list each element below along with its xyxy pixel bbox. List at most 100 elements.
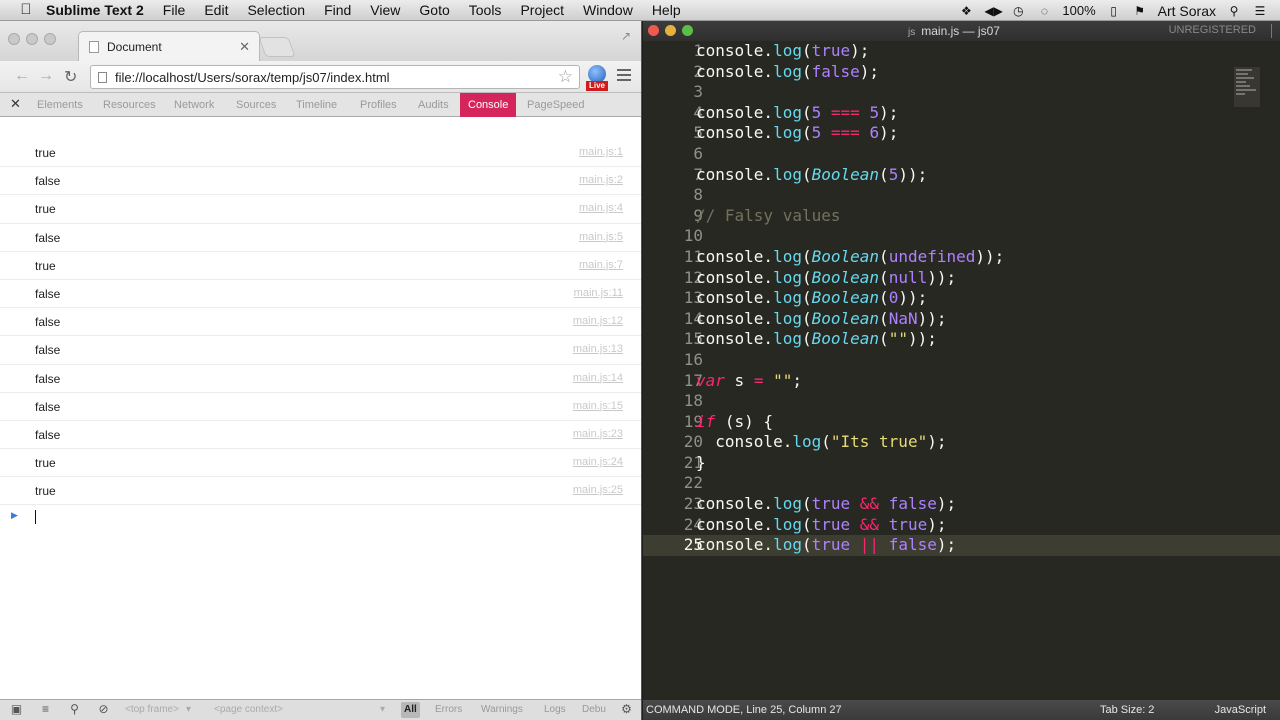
code-line[interactable]: 22 bbox=[643, 473, 1280, 494]
window-close-button[interactable] bbox=[8, 33, 20, 45]
code-text[interactable]: if (s) { bbox=[696, 412, 773, 433]
code-text[interactable]: console.log(true || false); bbox=[696, 535, 956, 556]
console-source-link[interactable]: main.js:5 bbox=[579, 231, 623, 243]
code-line[interactable]: 23 console.log(true && false); bbox=[643, 494, 1280, 515]
code-line[interactable]: 11 console.log(Boolean(undefined)); bbox=[643, 247, 1280, 268]
devtools-tab-console[interactable]: Console bbox=[460, 93, 517, 117]
code-text[interactable]: console.log(Boolean(0)); bbox=[696, 288, 927, 309]
console-source-link[interactable]: main.js:11 bbox=[574, 287, 623, 299]
code-text[interactable]: console.log(true && true); bbox=[696, 515, 946, 536]
code-bracket-icon[interactable]: ◀▶ bbox=[984, 4, 1002, 18]
flag-icon[interactable]: ⚑ bbox=[1132, 4, 1148, 18]
dropbox-icon[interactable]: ❖ bbox=[958, 4, 974, 18]
code-line[interactable]: 24 console.log(true && true); bbox=[643, 515, 1280, 536]
console-drawer-icon[interactable]: ≡ bbox=[39, 703, 52, 716]
code-text[interactable]: // Falsy values bbox=[696, 206, 841, 227]
bookmark-star-icon[interactable]: ☆ bbox=[558, 67, 573, 87]
console-source-link[interactable]: main.js:1 bbox=[579, 146, 623, 158]
tab-size-selector[interactable]: Tab Size: 2 bbox=[1100, 704, 1154, 716]
window-zoom-button[interactable] bbox=[44, 33, 56, 45]
devtools-tab-timeline[interactable]: Timeline bbox=[296, 99, 337, 111]
code-text[interactable]: console.log("Its true"); bbox=[696, 432, 946, 453]
menu-window[interactable]: Window bbox=[583, 2, 633, 18]
fullscreen-icon[interactable]: ↗ bbox=[621, 29, 631, 43]
battery-percent[interactable]: 100% bbox=[1062, 3, 1095, 18]
new-tab-button[interactable] bbox=[258, 37, 296, 57]
code-line[interactable]: 8 bbox=[643, 185, 1280, 206]
code-line[interactable]: 1 console.log(true); bbox=[643, 41, 1280, 62]
context-select-arrow-icon[interactable]: ▾ bbox=[380, 704, 385, 715]
menu-goto[interactable]: Goto bbox=[419, 2, 449, 18]
code-text[interactable]: console.log(true && false); bbox=[696, 494, 956, 515]
editor-zoom-button[interactable] bbox=[682, 25, 693, 36]
context-select[interactable]: <page context> bbox=[214, 704, 283, 715]
console-source-link[interactable]: main.js:24 bbox=[573, 456, 623, 468]
menu-tools[interactable]: Tools bbox=[469, 2, 502, 18]
code-line-current[interactable]: 25 console.log(true || false); bbox=[643, 535, 1280, 556]
browser-tab[interactable]: Document ✕ bbox=[78, 31, 260, 61]
wifi-icon[interactable]: ◌ bbox=[1036, 4, 1052, 18]
code-text[interactable]: } bbox=[696, 453, 706, 474]
console-source-link[interactable]: main.js:7 bbox=[579, 259, 623, 271]
code-line[interactable]: 20 console.log("Its true"); bbox=[643, 432, 1280, 453]
devtools-close-icon[interactable]: ✕ bbox=[10, 96, 21, 112]
devtools-tab-audits[interactable]: Audits bbox=[418, 99, 449, 111]
devtools-tab-profiles[interactable]: Profiles bbox=[360, 99, 397, 111]
notification-list-icon[interactable]: ☰ bbox=[1252, 4, 1268, 18]
filter-warnings[interactable]: Warnings bbox=[481, 704, 523, 715]
search-icon[interactable]: ⚲ bbox=[68, 703, 81, 716]
syntax-selector[interactable]: JavaScript bbox=[1215, 704, 1266, 716]
frame-select[interactable]: <top frame> bbox=[125, 704, 179, 715]
code-line[interactable]: 18 bbox=[643, 391, 1280, 412]
address-bar[interactable]: file://localhost/Users/sorax/temp/js07/i… bbox=[90, 65, 580, 89]
menu-app-name[interactable]: Sublime Text 2 bbox=[46, 2, 144, 18]
forward-arrow-icon[interactable]: → bbox=[38, 67, 54, 85]
frame-select-arrow-icon[interactable]: ▾ bbox=[186, 704, 191, 715]
apple-icon[interactable]:  bbox=[18, 2, 34, 18]
console-source-link[interactable]: main.js:2 bbox=[579, 174, 623, 186]
code-line[interactable]: 10 bbox=[643, 226, 1280, 247]
console-source-link[interactable]: main.js:14 bbox=[573, 372, 623, 384]
code-line[interactable]: 7 console.log(Boolean(5)); bbox=[643, 165, 1280, 186]
menu-project[interactable]: Project bbox=[520, 2, 564, 18]
devtools-tab-sources[interactable]: Sources bbox=[236, 99, 276, 111]
minimap[interactable] bbox=[1234, 67, 1260, 107]
code-text[interactable]: console.log(5 === 6); bbox=[696, 123, 898, 144]
code-line[interactable]: 6 bbox=[643, 144, 1280, 165]
spotlight-search-icon[interactable]: ⚲ bbox=[1226, 4, 1242, 18]
code-line[interactable]: 21} bbox=[643, 453, 1280, 474]
code-line[interactable]: 17 var s = ""; bbox=[643, 371, 1280, 392]
menu-help[interactable]: Help bbox=[652, 2, 681, 18]
menu-find[interactable]: Find bbox=[324, 2, 351, 18]
reload-icon[interactable]: ↻ bbox=[64, 67, 77, 87]
code-line[interactable]: 3 bbox=[643, 82, 1280, 103]
window-minimize-button[interactable] bbox=[26, 33, 38, 45]
code-text[interactable]: console.log(true); bbox=[696, 41, 869, 62]
filter-all[interactable]: All bbox=[401, 702, 420, 718]
filter-errors[interactable]: Errors bbox=[435, 704, 462, 715]
battery-icon[interactable]: ▯ bbox=[1106, 4, 1122, 18]
code-text[interactable]: console.log(Boolean(null)); bbox=[696, 268, 956, 289]
code-line[interactable]: 2 console.log(false); bbox=[643, 62, 1280, 83]
code-line[interactable]: 19 if (s) { bbox=[643, 412, 1280, 433]
browser-menu-icon[interactable] bbox=[617, 69, 631, 81]
dock-icon[interactable]: ▣ bbox=[10, 703, 23, 716]
code-text[interactable]: console.log(5 === 5); bbox=[696, 103, 898, 124]
console-source-link[interactable]: main.js:13 bbox=[573, 343, 623, 355]
editor-close-button[interactable] bbox=[648, 25, 659, 36]
menu-view[interactable]: View bbox=[370, 2, 400, 18]
console-source-link[interactable]: main.js:4 bbox=[579, 202, 623, 214]
console-source-link[interactable]: main.js:15 bbox=[573, 400, 623, 412]
code-line[interactable]: 12 console.log(Boolean(null)); bbox=[643, 268, 1280, 289]
console-source-link[interactable]: main.js:12 bbox=[573, 315, 623, 327]
code-line[interactable]: 14 console.log(Boolean(NaN)); bbox=[643, 309, 1280, 330]
code-text[interactable]: var s = ""; bbox=[696, 371, 802, 392]
live-reload-extension-icon[interactable]: Live bbox=[586, 65, 608, 91]
code-line[interactable]: 15 console.log(Boolean("")); bbox=[643, 329, 1280, 350]
menu-file[interactable]: File bbox=[163, 2, 186, 18]
filter-logs[interactable]: Logs bbox=[544, 704, 566, 715]
code-line[interactable]: 13 console.log(Boolean(0)); bbox=[643, 288, 1280, 309]
filter-debug[interactable]: Debu bbox=[582, 704, 606, 715]
code-line[interactable]: 4 console.log(5 === 5); bbox=[643, 103, 1280, 124]
menu-edit[interactable]: Edit bbox=[204, 2, 228, 18]
